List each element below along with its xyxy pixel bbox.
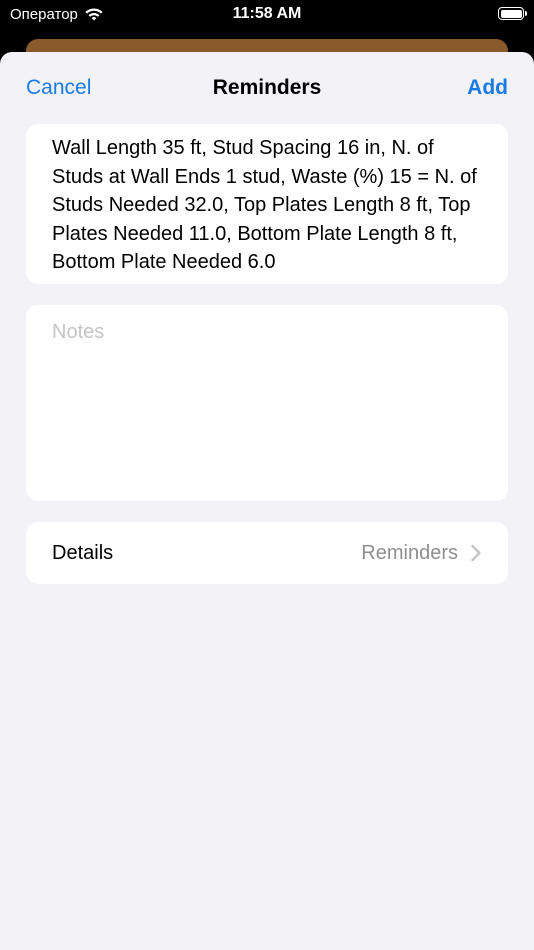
add-button[interactable]: Add <box>467 76 508 100</box>
sheet-title: Reminders <box>212 76 322 99</box>
reminders-sheet: Cancel Reminders Add Wall Length 35 ft, … <box>0 52 534 950</box>
details-list-value: Reminders <box>361 541 458 564</box>
navigation-bar: Cancel Reminders Add <box>0 52 534 124</box>
chevron-right-icon <box>471 544 481 562</box>
title-field[interactable]: Wall Length 35 ft, Stud Spacing 16 in, N… <box>26 124 508 284</box>
details-label: Details <box>52 541 114 564</box>
status-time: 11:58 AM <box>232 5 302 22</box>
notes-field[interactable]: Notes <box>26 305 508 501</box>
details-row[interactable]: Details Reminders <box>26 522 508 584</box>
reminder-title-text[interactable]: Wall Length 35 ft, Stud Spacing 16 in, N… <box>52 134 482 277</box>
details-accessory: Reminders <box>361 542 482 565</box>
notes-placeholder: Notes <box>52 321 105 343</box>
status-bar: Оператор 11:58 AM <box>0 0 534 32</box>
screen: Оператор 11:58 AM Cancel Reminders Add W… <box>0 0 534 950</box>
battery-icon <box>498 7 527 20</box>
